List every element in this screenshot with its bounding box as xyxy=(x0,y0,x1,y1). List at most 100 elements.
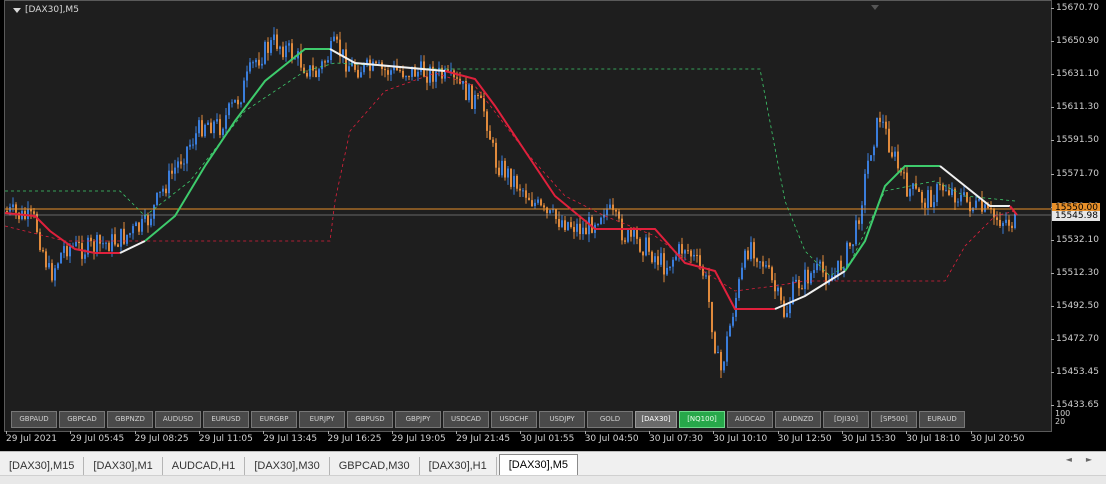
candle-body xyxy=(849,242,851,247)
symbol-button[interactable]: USDCHF xyxy=(491,411,537,428)
candle-body xyxy=(366,59,368,64)
candle-body xyxy=(6,211,8,212)
candle-body xyxy=(285,45,287,58)
candle-body xyxy=(231,102,233,104)
symbol-button[interactable]: GBPUSD xyxy=(347,411,393,428)
symbol-button[interactable]: GBPJPY xyxy=(395,411,441,428)
candle-body xyxy=(582,227,584,235)
price-axis[interactable]: 15670.70 15650.90 15631.10 15611.30 15591.50… xyxy=(1051,0,1106,432)
symbol-button[interactable]: GBPAUD xyxy=(11,411,57,428)
candle-body xyxy=(969,201,971,212)
symbol-button[interactable]: [DJI30] xyxy=(823,411,869,428)
chart-tab[interactable]: GBPCAD,M30 xyxy=(330,457,420,476)
symbol-button[interactable]: USDJPY xyxy=(539,411,585,428)
symbol-button[interactable]: USDCAD xyxy=(443,411,489,428)
price-tick-label: 15650.90 xyxy=(1051,36,1099,47)
symbol-button[interactable]: [NQ100] xyxy=(679,411,725,428)
candle-body xyxy=(270,40,272,53)
symbol-button[interactable]: EURJPY xyxy=(299,411,345,428)
candle-body xyxy=(957,201,959,203)
dropdown-triangle-icon[interactable] xyxy=(13,7,21,13)
chart-symbol-title[interactable]: [DAX30],M5 xyxy=(13,5,79,15)
candle-body xyxy=(426,76,428,83)
candle-body xyxy=(738,279,740,298)
symbol-button[interactable]: [SP500] xyxy=(871,411,917,428)
symbol-button[interactable]: EURUSD xyxy=(203,411,249,428)
candle-body xyxy=(756,258,758,262)
candle-body xyxy=(456,77,458,79)
candle-body xyxy=(240,102,242,105)
candle-body xyxy=(315,70,317,78)
chart-tab[interactable]: [DAX30],M5 xyxy=(498,454,579,476)
candle-body xyxy=(906,172,908,197)
candle-body xyxy=(780,287,782,301)
candle-body xyxy=(165,188,167,194)
candle-body xyxy=(501,160,503,176)
candle-body xyxy=(648,237,650,252)
candle-body xyxy=(399,70,401,72)
candle-body xyxy=(681,244,683,254)
price-chart-area[interactable]: [DAX30],M5 GBPAUD GBPCAD GBPNZD AUDUSD EURUS… xyxy=(4,0,1052,432)
chart-tab[interactable]: [DAX30],M1 xyxy=(84,457,163,476)
symbol-button[interactable]: GBPNZD xyxy=(107,411,153,428)
time-tick-label: 29 Jul 08:25 xyxy=(134,431,189,444)
tab-scroll-left-icon[interactable]: ◄ xyxy=(1066,455,1072,464)
candle-body xyxy=(810,273,812,284)
candle-body xyxy=(837,260,839,276)
candle-body xyxy=(933,202,935,208)
candle-body xyxy=(879,117,881,122)
symbol-button[interactable]: AUDNZD xyxy=(775,411,821,428)
candle-body xyxy=(525,190,527,198)
chart-tab[interactable]: [DAX30],M30 xyxy=(245,457,330,476)
symbol-button[interactable]: GOLD xyxy=(587,411,633,428)
candle-body xyxy=(690,250,692,257)
candle-body xyxy=(375,61,377,64)
candle-body xyxy=(789,303,791,314)
candle-body xyxy=(189,144,191,147)
symbol-button[interactable]: [DAX30] xyxy=(635,411,677,428)
candle-body xyxy=(777,287,779,292)
candle-body xyxy=(174,167,176,174)
candle-body xyxy=(855,220,857,245)
candle-body xyxy=(513,175,515,187)
symbol-button[interactable]: EURAUD xyxy=(919,411,965,428)
candle-body xyxy=(984,204,986,212)
candle-body xyxy=(615,209,617,212)
candle-body xyxy=(105,242,107,244)
chart-tab[interactable]: [DAX30],M15 xyxy=(0,457,85,476)
candle-body xyxy=(765,265,767,267)
candle-body xyxy=(804,269,806,290)
candle-body xyxy=(666,267,668,275)
candle-body xyxy=(750,242,752,260)
chart-tab[interactable]: AUDCAD,H1 xyxy=(163,457,246,476)
candle-body xyxy=(177,161,179,168)
symbol-button[interactable]: AUDUSD xyxy=(155,411,201,428)
candle-body xyxy=(975,200,977,208)
candle-body xyxy=(516,175,518,189)
time-tick-label: 30 Jul 04:50 xyxy=(584,431,639,444)
chart-window[interactable]: [DAX30],M5 GBPAUD GBPCAD GBPNZD AUDUSD EURUS… xyxy=(0,0,1106,451)
candle-body xyxy=(918,188,920,193)
candle-body xyxy=(654,256,656,263)
candle-body xyxy=(609,204,611,209)
candle-body xyxy=(471,84,473,109)
candle-body xyxy=(318,69,320,78)
tab-scroll-right-icon[interactable]: ► xyxy=(1086,455,1092,464)
candle-body xyxy=(945,190,947,192)
chart-tabs-bar: [DAX30],M15 [DAX30],M1 AUDCAD,H1 [DAX30],M3… xyxy=(0,451,1106,476)
symbol-button[interactable]: AUDCAD xyxy=(727,411,773,428)
candle-body xyxy=(93,241,95,252)
candle-body xyxy=(999,219,1001,227)
symbol-button[interactable]: GBPCAD xyxy=(59,411,105,428)
symbol-button[interactable]: EURGBP xyxy=(251,411,297,428)
oscillator-levels: 100 20 xyxy=(1055,410,1070,426)
candle-body xyxy=(669,266,671,268)
candle-body xyxy=(291,43,293,60)
candle-body xyxy=(486,111,488,131)
time-tick-label: 29 Jul 16:25 xyxy=(327,431,382,444)
candle-body xyxy=(663,253,665,275)
chart-tab[interactable]: [DAX30],H1 xyxy=(420,457,497,476)
time-axis[interactable]: 29 Jul 2021 29 Jul 05:45 29 Jul 08:25 29 Ju… xyxy=(0,431,1052,451)
time-tick-label: 30 Jul 10:10 xyxy=(713,431,768,444)
candle-body xyxy=(939,184,941,186)
